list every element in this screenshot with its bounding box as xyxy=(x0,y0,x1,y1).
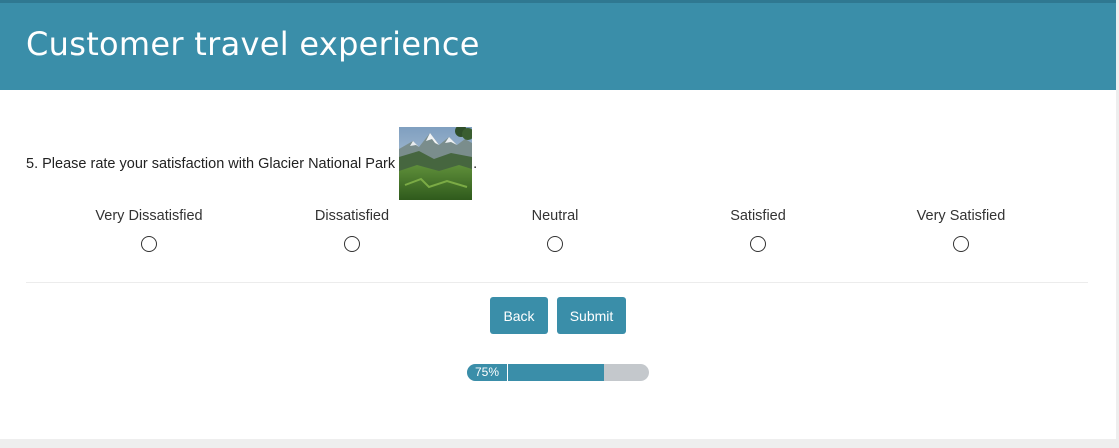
question-text: 5. Please rate your satisfaction with Gl… xyxy=(26,155,396,172)
option-label: Satisfied xyxy=(730,208,786,224)
radio-satisfied[interactable] xyxy=(750,236,766,252)
footer-strip xyxy=(0,439,1119,448)
submit-button[interactable]: Submit xyxy=(557,297,626,334)
radio-very-dissatisfied[interactable] xyxy=(141,236,157,252)
option-very-dissatisfied[interactable]: Very Dissatisfied xyxy=(49,207,249,252)
option-label: Very Dissatisfied xyxy=(95,208,203,224)
option-label: Neutral xyxy=(531,208,579,224)
option-neutral[interactable]: Neutral xyxy=(455,207,655,252)
divider xyxy=(26,282,1088,283)
option-label: Dissatisfied xyxy=(314,208,390,224)
page-title: Customer travel experience xyxy=(26,25,480,63)
radio-very-satisfied[interactable] xyxy=(953,236,969,252)
option-satisfied[interactable]: Satisfied xyxy=(658,207,858,252)
back-button[interactable]: Back xyxy=(490,297,548,334)
option-dissatisfied[interactable]: Dissatisfied xyxy=(252,207,452,252)
question-prompt: 5. Please rate your satisfaction with Gl… xyxy=(26,127,477,200)
progress-label: 75% xyxy=(467,364,508,381)
header-bar: Customer travel experience xyxy=(0,0,1116,90)
survey-page: Customer travel experience 5. Please rat… xyxy=(0,0,1119,448)
radio-dissatisfied[interactable] xyxy=(344,236,360,252)
radio-neutral[interactable] xyxy=(547,236,563,252)
option-very-satisfied[interactable]: Very Satisfied xyxy=(861,207,1061,252)
question-period: . xyxy=(473,155,478,172)
progress-bar: 75% xyxy=(467,364,649,381)
glacier-park-image xyxy=(399,127,473,200)
option-label: Very Satisfied xyxy=(916,208,1006,224)
